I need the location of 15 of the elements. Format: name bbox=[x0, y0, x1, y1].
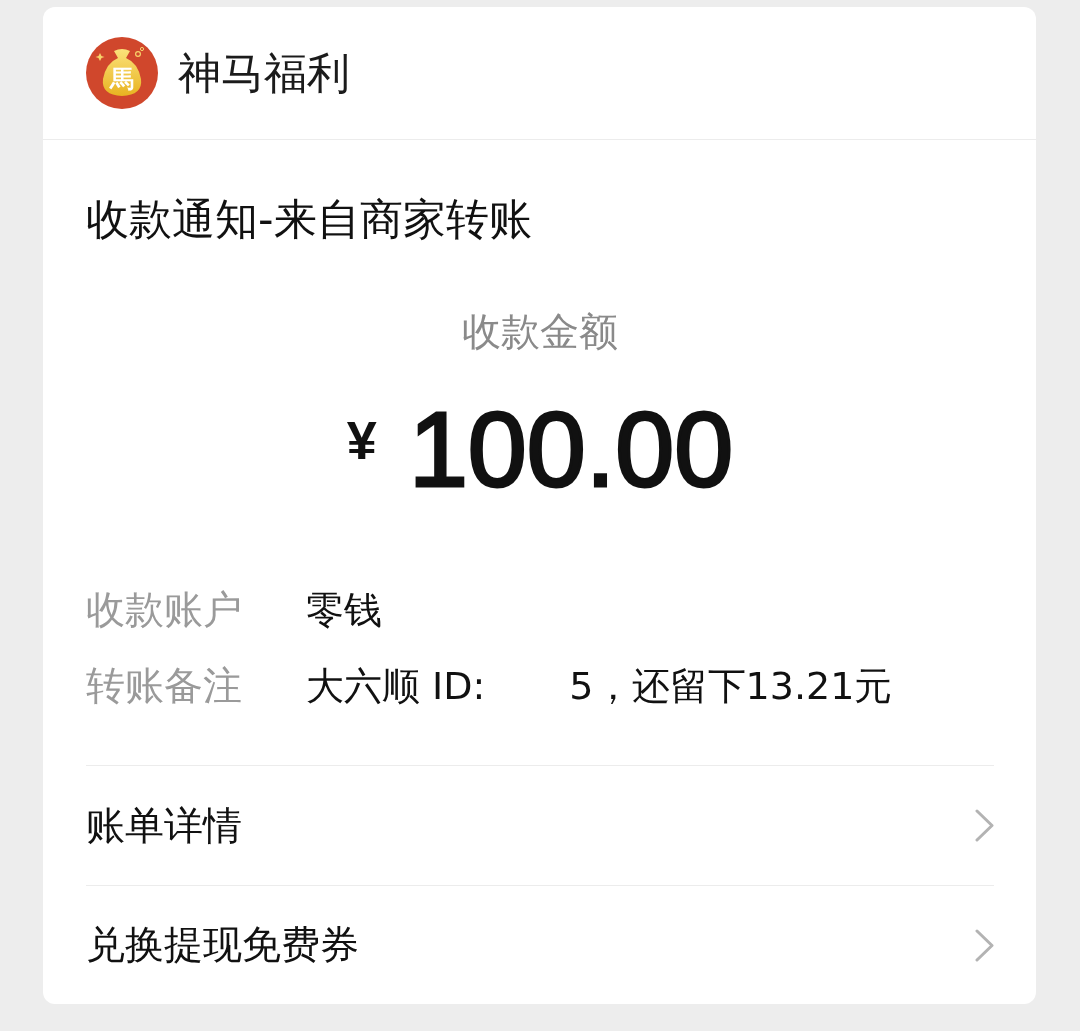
detail-label: 收款账户 bbox=[86, 586, 243, 634]
menu-row[interactable]: 账单详情 bbox=[86, 766, 994, 886]
app-name: 神马福利 bbox=[178, 47, 350, 100]
detail-label: 转账备注 bbox=[86, 662, 243, 710]
notice-title: 收款通知-来自商家转账 bbox=[86, 193, 532, 246]
detail-value: 零钱 bbox=[306, 587, 382, 634]
amount-value: 100.00 bbox=[408, 389, 734, 509]
detail-value: 大六顺 ID: bbox=[306, 663, 486, 710]
menu-row[interactable]: 兑换提现免费券 bbox=[86, 886, 994, 1004]
chevron-right-icon bbox=[975, 928, 994, 962]
detail-value: 5，还留下13.21元 bbox=[569, 663, 893, 710]
app-logo: 馬 bbox=[86, 37, 158, 109]
amount-label: 收款金额 bbox=[462, 308, 618, 356]
chevron-right-icon bbox=[975, 809, 994, 842]
currency-symbol: ¥ bbox=[346, 409, 377, 471]
